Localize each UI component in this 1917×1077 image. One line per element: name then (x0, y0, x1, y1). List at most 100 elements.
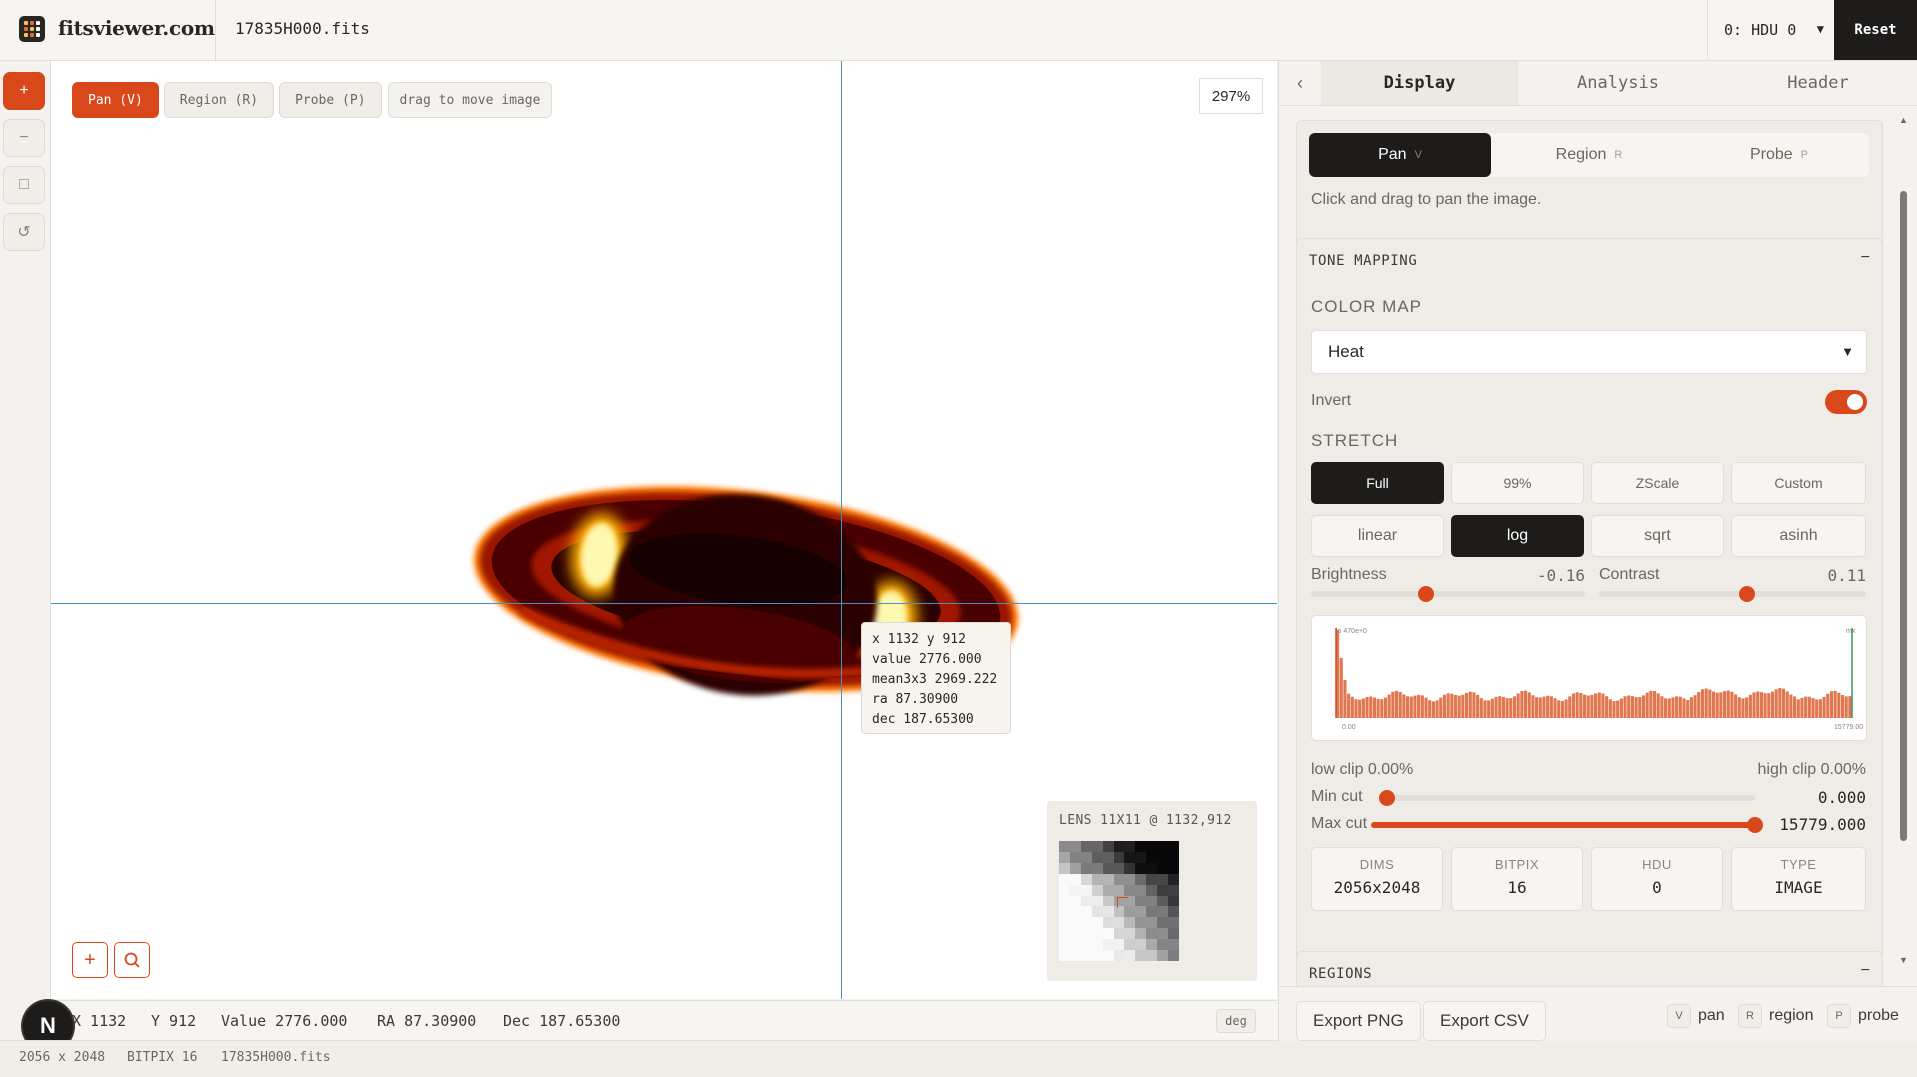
tab-display[interactable]: Display (1321, 61, 1518, 105)
range-custom-button[interactable]: Custom (1731, 462, 1866, 504)
histogram-bar (1494, 696, 1498, 718)
high-clip-label: high clip 0.00% (1757, 761, 1866, 778)
histogram-bar (1689, 697, 1693, 718)
lens-pixel (1059, 917, 1070, 929)
scroll-thumb[interactable] (1900, 191, 1907, 841)
stat-type-key: TYPE (1780, 857, 1817, 872)
histogram-bar (1671, 697, 1675, 718)
collapse-panel-button[interactable]: ‹ (1279, 61, 1321, 105)
histogram-bar (1520, 691, 1524, 718)
stat-bitpix-key: BITPIX (1494, 857, 1540, 872)
contrast-slider-track[interactable] (1599, 591, 1866, 597)
brand-name[interactable]: fitsviewer.com (58, 16, 215, 40)
lens-pixel (1080, 928, 1092, 940)
image-viewer[interactable]: Pan (V) Region (R) Probe (P) drag to mov… (51, 61, 1277, 999)
zoom-out-tool[interactable]: − (3, 119, 45, 157)
lens-pixel (1146, 928, 1158, 940)
color-map-select[interactable]: Heat ▼ (1311, 330, 1867, 374)
range-zscale-button[interactable]: ZScale (1591, 462, 1724, 504)
brightness-slider-track[interactable] (1311, 591, 1585, 597)
lens-pixel (1091, 928, 1103, 940)
crosshair-horizontal (51, 603, 1277, 604)
hdu-select[interactable]: 0: HDU 0 ▼ (1707, 0, 1835, 59)
contrast-slider-thumb[interactable] (1739, 586, 1756, 602)
tab-analysis[interactable]: Analysis (1518, 61, 1718, 105)
scale-sqrt-button[interactable]: sqrt (1591, 515, 1724, 557)
lens-pixel (1091, 873, 1103, 885)
lens-pixel (1113, 939, 1125, 951)
histogram[interactable]: 0.00 15779.00 lo 470e+0 mx (1311, 615, 1867, 741)
max-cut-slider-track[interactable] (1371, 822, 1755, 828)
range-full-button[interactable]: Full (1311, 462, 1444, 504)
lens-pixel (1157, 862, 1169, 874)
interaction-probe-button[interactable]: Probe P (1689, 133, 1869, 177)
toggle-knob (1847, 394, 1863, 410)
low-clip-label: low clip 0.00% (1311, 761, 1414, 778)
collapse-regions-button[interactable]: − (1861, 962, 1870, 980)
histogram-bar (1557, 700, 1561, 718)
lens-pixel (1146, 862, 1158, 874)
histogram-bar (1442, 694, 1447, 718)
zoom-readout: 297% (1199, 78, 1263, 114)
histogram-bar (1575, 692, 1579, 718)
zoom-in-tool[interactable]: + (3, 72, 45, 110)
chevron-down-icon: ▼ (1816, 22, 1824, 36)
export-png-button[interactable]: Export PNG (1296, 1001, 1421, 1041)
scroll-down-icon[interactable]: ▼ (1899, 955, 1908, 965)
lens-title: LENS 11X11 @ 1132,912 (1059, 813, 1232, 828)
footer-dims: 2056 x 2048 (19, 1050, 106, 1065)
scale-log-button[interactable]: log (1451, 515, 1584, 557)
reset-button[interactable]: Reset (1834, 0, 1917, 60)
viewer-search-button[interactable] (114, 942, 150, 978)
mode-region-button[interactable]: Region (R) (163, 82, 275, 118)
lens-pixel (1135, 851, 1147, 863)
lens-pixel (1113, 928, 1125, 940)
interaction-pan-button[interactable]: Pan V (1309, 133, 1491, 177)
scroll-up-icon[interactable]: ▲ (1899, 115, 1908, 125)
rotate-tool[interactable]: ↺ (3, 213, 45, 251)
histogram-bar (1693, 695, 1697, 718)
min-cut-slider-thumb[interactable] (1379, 790, 1395, 806)
histogram-bar (1656, 693, 1660, 718)
histogram-bar (1793, 696, 1797, 718)
histogram-bar (1767, 693, 1771, 718)
histogram-bar (1638, 697, 1642, 718)
footer-file: 17835H000.fits (221, 1050, 331, 1065)
scale-asinh-button[interactable]: asinh (1731, 515, 1866, 557)
lens-pixel (1157, 906, 1169, 918)
histogram-bar (1829, 691, 1834, 718)
lens-pixel (1135, 895, 1147, 907)
mode-pan-button[interactable]: Pan (V) (72, 82, 159, 118)
histogram-bar (1535, 697, 1539, 718)
lens-pixel (1146, 841, 1158, 852)
viewer-zoom-in-button[interactable]: + (72, 942, 108, 978)
collapse-tone-mapping-button[interactable]: − (1861, 249, 1870, 267)
tone-mapping-title[interactable]: TONE MAPPING (1309, 253, 1417, 269)
square-icon: □ (19, 176, 29, 193)
export-csv-button[interactable]: Export CSV (1423, 1001, 1546, 1041)
lens-pixel (1168, 939, 1179, 951)
interaction-region-button[interactable]: Region R (1499, 133, 1679, 177)
regions-title[interactable]: REGIONS (1309, 966, 1372, 982)
lens-pixel (1146, 939, 1158, 951)
brightness-slider-thumb[interactable] (1418, 586, 1435, 602)
mode-probe-button[interactable]: Probe (P) (279, 82, 382, 118)
range-99-button[interactable]: 99% (1451, 462, 1584, 504)
lens-pixel (1091, 917, 1103, 929)
histogram-bar (1505, 698, 1509, 718)
histogram-bar (1756, 691, 1760, 718)
tab-header[interactable]: Header (1718, 61, 1917, 105)
histogram-bar (1770, 691, 1775, 718)
invert-toggle[interactable] (1825, 390, 1867, 414)
panel-scrollbar[interactable]: ▲ ▼ (1899, 115, 1908, 965)
min-cut-slider-track[interactable] (1385, 795, 1755, 801)
lens-pixel (1135, 841, 1147, 852)
histogram-bar (1605, 696, 1609, 718)
unit-toggle[interactable]: deg (1216, 1009, 1256, 1033)
histogram-bar (1667, 698, 1671, 718)
scale-linear-button[interactable]: linear (1311, 515, 1444, 557)
fit-tool[interactable]: □ (3, 166, 45, 204)
histogram-bar (1641, 695, 1646, 718)
brightness-value: -0.16 (1536, 566, 1585, 585)
histogram-bar (1383, 697, 1388, 718)
